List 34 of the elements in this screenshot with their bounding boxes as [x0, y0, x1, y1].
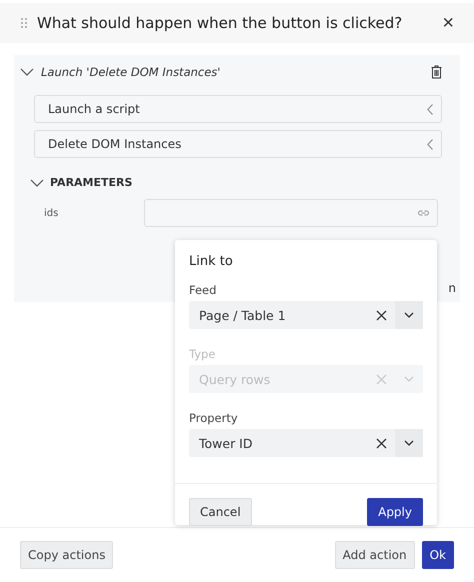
chevron-icon [404, 376, 414, 382]
field-label: Property [189, 411, 239, 425]
dialog-title: What should happen when the button is clicked? [37, 14, 404, 32]
field-label: Type [189, 347, 216, 361]
close-button[interactable]: × [438, 12, 458, 34]
close-icon [376, 374, 387, 384]
select-field[interactable]: Tower ID [189, 429, 423, 457]
chevron-icon [427, 104, 433, 114]
ok-button[interactable]: Ok [422, 541, 454, 569]
cancel-button[interactable]: Cancel [189, 498, 252, 526]
input-field[interactable] [144, 199, 438, 227]
chevron-icon [427, 138, 433, 150]
action-title: Launch 'Delete DOM Instances' [41, 65, 222, 79]
close-icon [376, 438, 387, 448]
chevron-icon [404, 440, 414, 446]
label-text: n [448, 281, 456, 295]
field-label: ids [44, 208, 60, 218]
section-title: PARAMETERS [50, 176, 132, 189]
copy-actions-button[interactable]: Copy actions [20, 541, 114, 569]
trash-icon[interactable] [431, 65, 442, 79]
popup-title: Link to [189, 254, 234, 269]
apply-button[interactable]: Apply [367, 498, 423, 526]
select-field[interactable]: Delete DOM Instances [34, 130, 442, 158]
add-action-button[interactable]: Add action [334, 541, 415, 569]
chevron-icon[interactable] [20, 68, 34, 76]
drag-handle-icon[interactable] [20, 17, 28, 29]
select-field[interactable]: Page / Table 1 [189, 301, 423, 329]
chevron-icon[interactable] [30, 178, 44, 186]
select-field[interactable]: Launch a script [34, 95, 442, 123]
chevron-icon [404, 312, 414, 318]
field-label: Feed [189, 283, 218, 297]
select-field: Query rows [189, 365, 423, 393]
link-icon[interactable] [418, 209, 429, 217]
close-icon [376, 310, 387, 320]
